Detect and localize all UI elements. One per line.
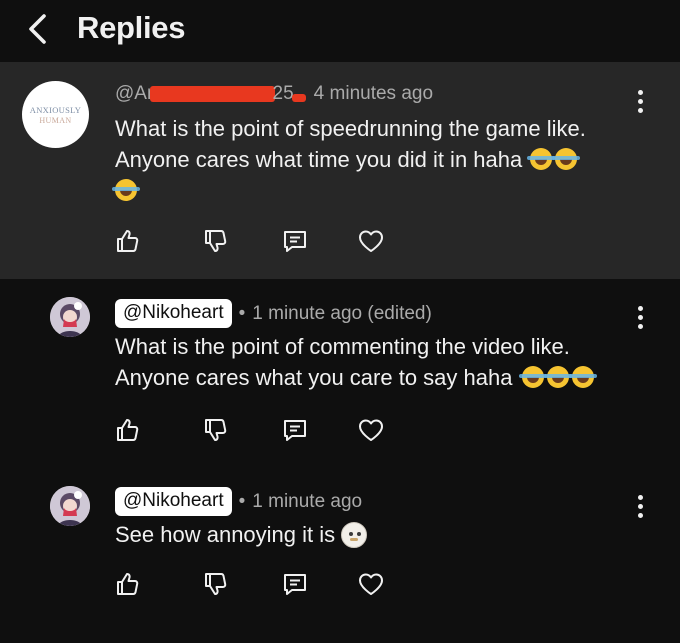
separator-dot: • [238, 302, 246, 324]
more-options-button[interactable] [630, 491, 650, 521]
comment-text-span: Anyone cares what time you did it in hah… [115, 147, 523, 172]
comment-time: 1 minute ago [252, 490, 363, 512]
avatar[interactable] [50, 297, 90, 337]
laughing-emoji-icon [552, 148, 581, 170]
redaction-mark [149, 86, 275, 102]
reply-comment: @Nikoheart • 1 minute ago See how annoyi… [0, 469, 680, 643]
redaction-mark [291, 94, 306, 102]
comment-actions [113, 416, 393, 444]
comment-text-span: See how annoying it is [115, 522, 336, 547]
comment-text-line: See how annoying it is [115, 519, 655, 550]
more-dot [637, 107, 643, 113]
like-icon [117, 419, 139, 441]
comment-actions [113, 570, 393, 598]
reply-button[interactable] [281, 227, 309, 255]
comment-text-line: Anyone cares what you care to say haha [115, 362, 655, 393]
more-dot [637, 305, 643, 311]
laughing-emoji-icon [544, 366, 573, 388]
comment-text: See how annoying it is [115, 519, 655, 550]
author-handle-end[interactable]: 25 [273, 83, 294, 105]
comment-actions [113, 227, 393, 255]
more-dot [637, 89, 643, 95]
avatar[interactable] [50, 486, 90, 526]
avatar-text-line2: HUMAN [39, 115, 72, 125]
comment-text-span: Anyone cares what you care to say haha [115, 365, 513, 390]
more-dot [637, 512, 643, 518]
reply-icon [284, 231, 306, 252]
more-options-button[interactable] [630, 86, 650, 116]
more-dot [637, 314, 643, 320]
reply-icon [284, 574, 306, 595]
heart-button[interactable] [357, 416, 385, 444]
dislike-icon [205, 419, 227, 441]
cold-face-emoji-icon [341, 522, 368, 548]
author-handle-chip[interactable]: @Nikoheart [115, 299, 232, 328]
heart-button[interactable] [357, 227, 385, 255]
header-bar: Replies [0, 0, 680, 62]
reply-comment: @Nikoheart • 1 minute ago (edited) What … [0, 279, 680, 469]
avatar-image [50, 297, 90, 337]
reply-icon [284, 420, 306, 441]
dislike-icon [205, 230, 227, 252]
more-dot [637, 98, 643, 104]
comment-text-line: What is the point of speedrunning the ga… [115, 116, 586, 141]
heart-icon [359, 419, 383, 441]
heart-icon [359, 230, 383, 252]
comment-text-line: Anyone cares what time you did it in hah… [115, 144, 655, 175]
laughing-emoji-icon [519, 366, 548, 388]
back-button[interactable] [22, 12, 56, 46]
dislike-icon [205, 573, 227, 595]
author-handle-chip[interactable]: @Nikoheart [115, 487, 232, 516]
comment-text-line: What is the point of commenting the vide… [115, 334, 570, 359]
like-icon [117, 573, 139, 595]
dislike-button[interactable] [201, 416, 229, 444]
heart-button[interactable] [357, 570, 385, 598]
laughing-emoji-icon [527, 148, 556, 170]
chevron-left-icon [29, 14, 46, 44]
comment-time: 1 minute ago (edited) [252, 302, 432, 324]
reply-button[interactable] [281, 416, 309, 444]
more-dot [637, 494, 643, 500]
like-button[interactable] [113, 570, 141, 598]
like-button[interactable] [113, 227, 141, 255]
avatar[interactable]: ANXIOUSLY HUMAN [22, 81, 89, 148]
avatar-image [50, 486, 90, 526]
separator-dot: • [238, 490, 246, 512]
comment-text: What is the point of speedrunning the ga… [112, 113, 655, 206]
like-icon [117, 230, 139, 252]
more-options-button[interactable] [630, 302, 650, 332]
comment-meta: @An 25 4 minutes ago [115, 83, 433, 105]
reply-button[interactable] [281, 570, 309, 598]
main-comment: ANXIOUSLY HUMAN @An 25 4 minutes ago Wha… [0, 62, 680, 279]
like-button[interactable] [113, 416, 141, 444]
dislike-button[interactable] [201, 227, 229, 255]
comment-meta: @Nikoheart • 1 minute ago (edited) [115, 299, 432, 328]
more-dot [637, 323, 643, 329]
laughing-emoji-icon [112, 179, 140, 201]
comment-text-line [112, 175, 655, 206]
comment-meta: @Nikoheart • 1 minute ago [115, 487, 362, 516]
avatar-text-line1: ANXIOUSLY [29, 104, 82, 115]
laughing-emoji-icon [569, 366, 598, 388]
more-dot [637, 503, 643, 509]
comment-text: What is the point of commenting the vide… [115, 331, 655, 393]
page-title: Replies [77, 10, 186, 45]
heart-icon [359, 573, 383, 595]
comment-time: 4 minutes ago [313, 83, 434, 104]
dislike-button[interactable] [201, 570, 229, 598]
